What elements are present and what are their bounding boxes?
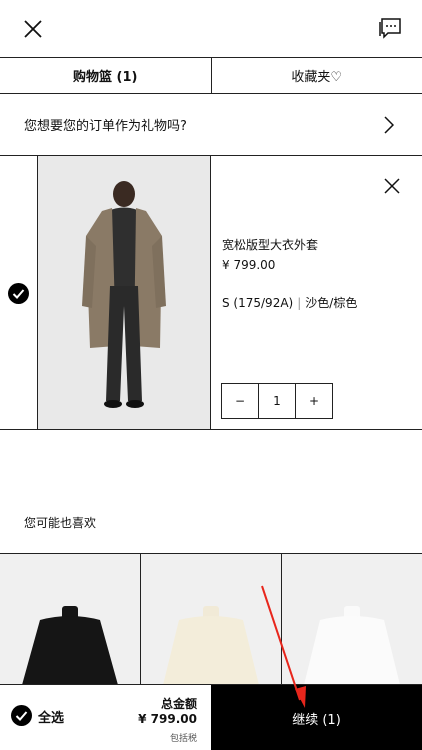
product-name[interactable]: 宽松版型大衣外套 [222, 236, 318, 253]
select-all-area: 全选 总金额 ¥ 799.00 包括税 [0, 685, 211, 750]
recommendations-title: 您可能也喜欢 [24, 516, 97, 530]
product-color: 沙色/棕色 [305, 296, 358, 310]
total-amount: ¥ 799.00 [138, 712, 197, 726]
product-image[interactable] [38, 156, 211, 429]
white-sweater-image [282, 554, 422, 685]
select-all-label[interactable]: 全选 [38, 707, 64, 726]
increase-quantity-button[interactable]: + [296, 384, 332, 418]
item-select-column [0, 156, 38, 429]
cart-item: 宽松版型大衣外套 ¥ 799.00 S (175/92A) | 沙色/棕色 − 1 … [0, 156, 422, 430]
quantity-stepper: − 1 + [221, 383, 333, 419]
gift-option-row[interactable]: 您想要您的订单作为礼物吗? [0, 94, 422, 156]
select-all-checkbox[interactable] [11, 705, 32, 726]
item-checkbox[interactable] [8, 283, 29, 304]
product-variant: S (175/92A) | 沙色/棕色 [222, 294, 357, 311]
decrease-quantity-button[interactable]: − [222, 384, 258, 418]
black-sweater-image [0, 554, 140, 685]
variant-separator: | [297, 296, 302, 310]
remove-item-icon[interactable] [384, 178, 400, 194]
cart-tabs: 购物篮 (1) 收藏夹♡ [0, 57, 422, 94]
tax-note: 包括税 [169, 734, 197, 744]
top-bar [0, 0, 422, 57]
continue-button[interactable]: 继续 (1) [211, 685, 422, 750]
recommended-product-2[interactable] [141, 554, 282, 685]
check-icon [15, 711, 28, 721]
chevron-right-icon [384, 116, 394, 134]
check-icon [12, 289, 25, 299]
recommendations-grid [0, 553, 422, 685]
quantity-value: 1 [258, 384, 296, 418]
product-price: ¥ 799.00 [222, 258, 276, 272]
product-size: S (175/92A) [222, 296, 294, 310]
chat-icon[interactable] [378, 16, 402, 40]
tab-cart[interactable]: 购物篮 (1) [0, 58, 212, 93]
total-label: 总金额 [160, 697, 197, 711]
cream-sweater-image [141, 554, 281, 685]
gift-prompt-label: 您想要您的订单作为礼物吗? [24, 119, 187, 134]
checkout-bar: 全选 总金额 ¥ 799.00 包括税 继续 (1) [0, 684, 422, 750]
close-icon[interactable] [22, 18, 44, 40]
model-coat-photo [38, 156, 210, 429]
recommended-product-3[interactable] [282, 554, 422, 685]
recommended-product-1[interactable] [0, 554, 141, 685]
tab-favorites[interactable]: 收藏夹♡ [212, 58, 422, 93]
